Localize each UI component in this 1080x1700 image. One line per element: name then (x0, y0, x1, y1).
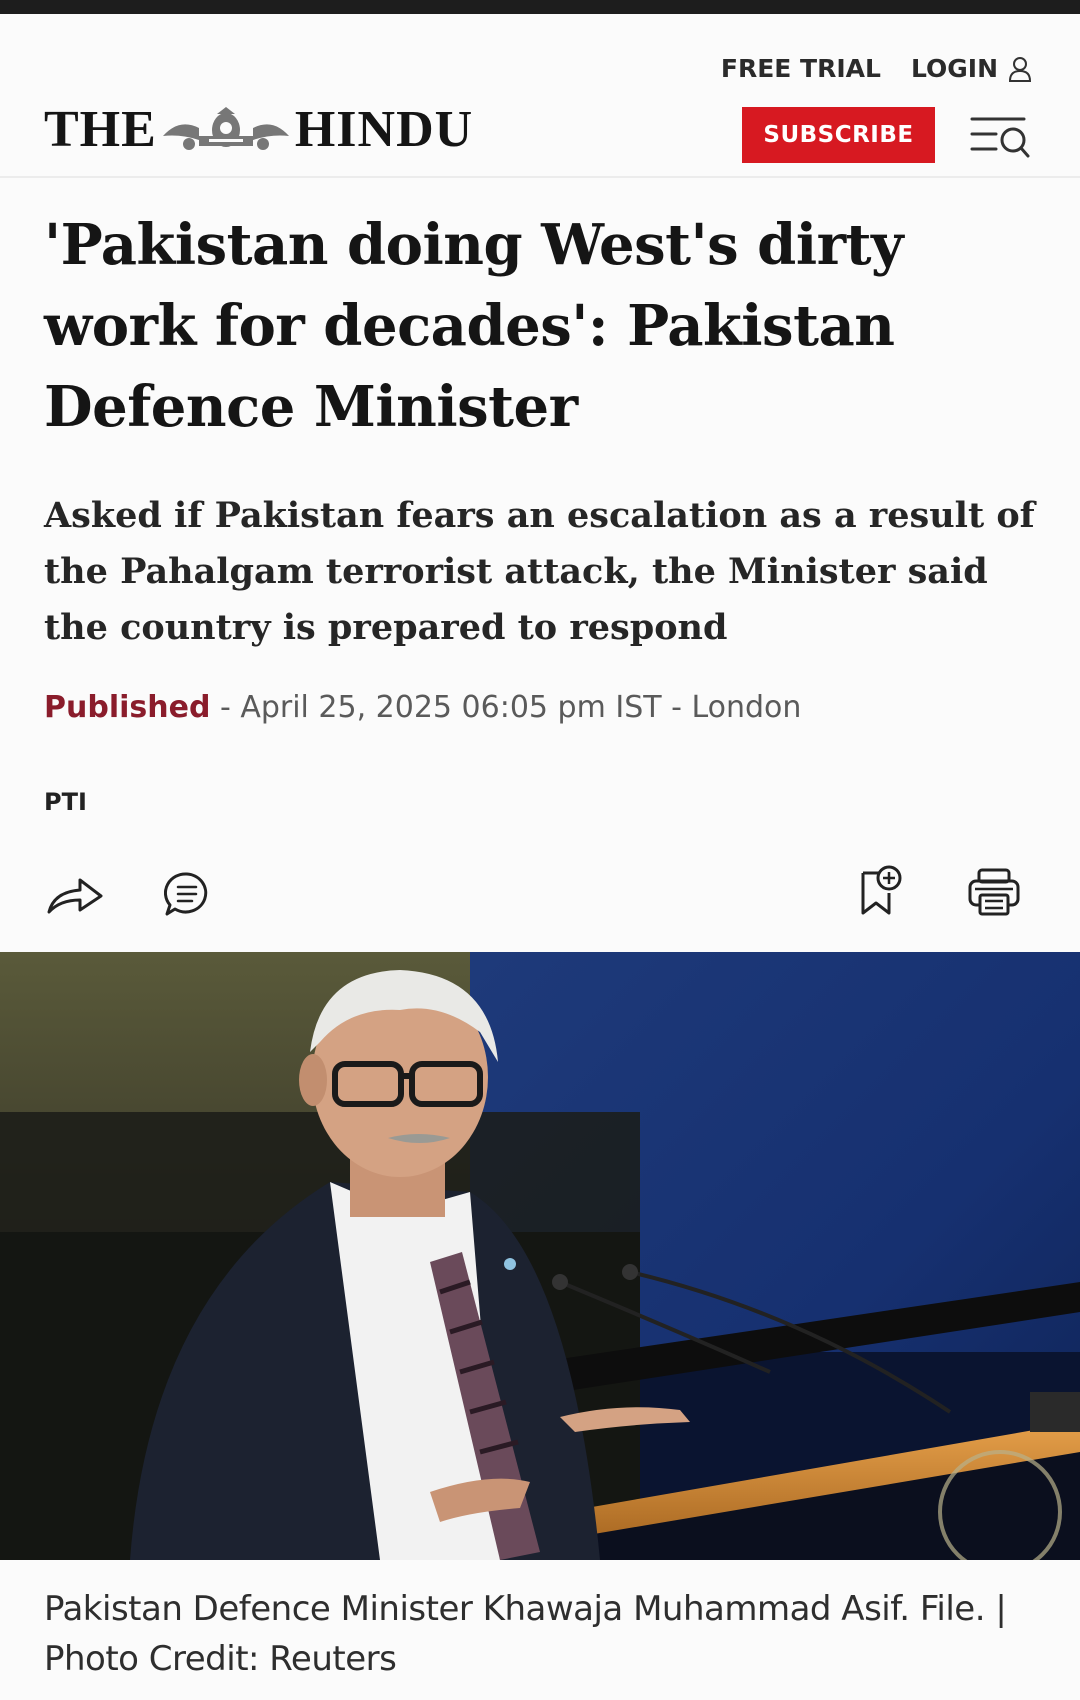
status-bar (0, 0, 1080, 14)
speaker-photo-illustration (0, 952, 1080, 1560)
print-icon (968, 868, 1020, 916)
byline[interactable]: PTI (44, 788, 87, 816)
print-button[interactable] (966, 864, 1022, 920)
article-photo[interactable] (0, 952, 1080, 1560)
comment-button[interactable] (162, 866, 212, 922)
emblem-icon (162, 107, 289, 150)
published-date: - April 25, 2025 06:05 pm IST - London (210, 690, 802, 725)
login-label: LOGIN (910, 54, 998, 83)
site-header: THE HINDU FREE TRIAL LOGIN SUBSCRIBE (0, 14, 1080, 178)
comment-icon (164, 872, 208, 916)
share-icon (47, 878, 103, 914)
user-icon (1008, 56, 1032, 82)
logo-text-hindu: HINDU (294, 100, 474, 158)
bookmark-button[interactable] (856, 862, 906, 918)
share-button[interactable] (44, 868, 106, 924)
article-headline: 'Pakistan doing West's dirty work for de… (44, 212, 904, 440)
site-logo[interactable]: THE HINDU (44, 94, 473, 164)
menu-search-icon[interactable] (968, 110, 1032, 162)
free-trial-link[interactable]: FREE TRIAL (721, 54, 881, 83)
subscribe-button[interactable]: SUBSCRIBE (742, 107, 935, 163)
logo-text-the: THE (44, 100, 157, 158)
published-label: Published (44, 690, 211, 725)
photo-caption: Pakistan Defence Minister Khawaja Muhamm… (44, 1589, 1007, 1679)
account-links: FREE TRIAL LOGIN (721, 54, 1032, 83)
bookmark-add-icon (861, 865, 902, 915)
login-link[interactable]: LOGIN (911, 54, 1032, 83)
published-line: Published - April 25, 2025 06:05 pm IST … (44, 690, 801, 725)
article-standfirst: Asked if Pakistan fears an escalation as… (44, 495, 1035, 648)
